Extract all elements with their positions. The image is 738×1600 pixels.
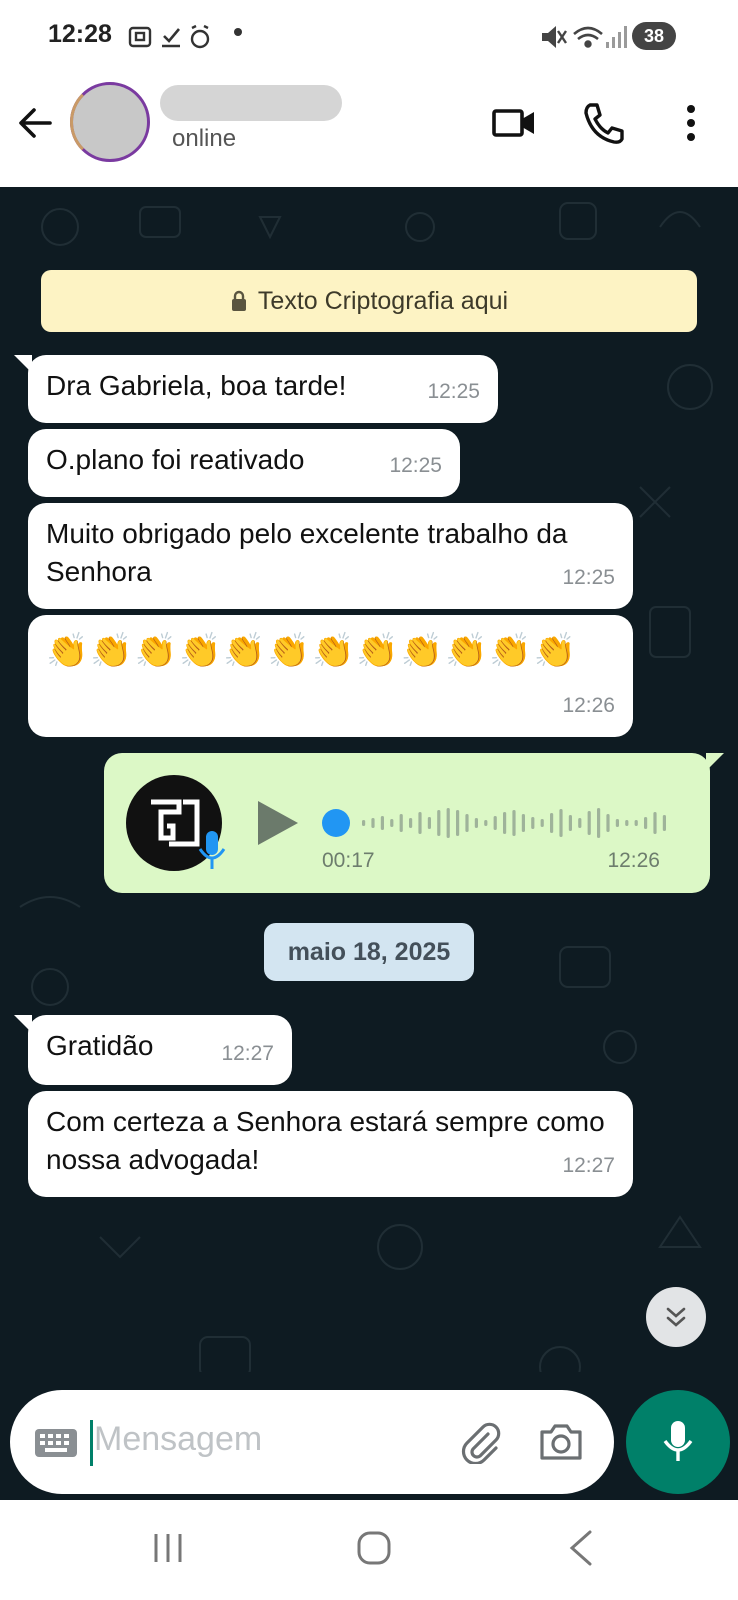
voice-duration: 00:17 [322, 849, 375, 872]
playback-position-handle[interactable] [322, 809, 350, 837]
video-call-icon[interactable] [490, 99, 538, 147]
waveform-bar [634, 820, 638, 826]
waveform-bar [418, 812, 422, 834]
bubble-tail [706, 753, 724, 771]
text-caret [90, 1420, 93, 1466]
bubble-tail [14, 1015, 32, 1033]
waveform-bar [644, 817, 648, 829]
wifi-icon [573, 26, 603, 48]
voice-message-bubble-outgoing[interactable]: 00:17 12:26 [104, 753, 724, 893]
waveform-bar [362, 820, 366, 826]
waveform-bar [399, 814, 403, 832]
message-time: 12:25 [427, 380, 480, 403]
waveform-bar [512, 810, 516, 836]
message-text: Muito obrigado pelo excelente trabalho d… [46, 518, 568, 587]
message-time: 12:27 [562, 1154, 615, 1177]
waveform-bar [540, 819, 544, 827]
encryption-notice-text: Texto Criptografia aqui [257, 286, 509, 315]
waveform-bar [427, 817, 431, 829]
notification-dot [234, 28, 242, 36]
screenshot-icon [128, 26, 152, 48]
message-input-pill[interactable]: Mensagem [10, 1390, 614, 1494]
message-bubble-incoming[interactable]: Com certeza a Senhora estará sempre como… [28, 1091, 633, 1197]
message-bubble-incoming[interactable]: Muito obrigado pelo excelente trabalho d… [28, 503, 633, 609]
status-bar: 12:28 38 [0, 0, 738, 75]
waveform-bar [531, 817, 535, 829]
waveform-bar [568, 815, 572, 831]
double-chevron-down-icon [666, 1307, 686, 1327]
nav-back-icon[interactable] [566, 1528, 596, 1568]
microphone-icon [663, 1421, 693, 1461]
message-text: Com certeza a Senhora estará sempre como… [46, 1106, 605, 1175]
play-icon[interactable] [254, 797, 302, 849]
scroll-to-bottom-button[interactable] [646, 1287, 706, 1347]
message-time: 12:26 [562, 694, 615, 717]
microphone-icon [198, 831, 226, 869]
waveform-bar [559, 809, 563, 837]
waveform-bar [380, 816, 384, 830]
contact-name-redacted[interactable] [160, 85, 342, 121]
waveform-bar [409, 818, 413, 828]
more-options-icon[interactable] [676, 99, 706, 147]
message-bubble-incoming[interactable]: Dra Gabriela, boa tarde! 12:25 [14, 355, 498, 423]
date-separator: maio 18, 2025 [264, 923, 474, 981]
contact-presence: online [172, 125, 237, 152]
waveform-bar [615, 819, 619, 827]
waveform-bar [550, 813, 554, 833]
chat-area[interactable]: Texto Criptografia aqui Dra Gabriela, bo… [0, 187, 738, 1500]
message-time: 12:25 [562, 566, 615, 589]
message-time: 12:25 [389, 454, 442, 477]
attachment-icon[interactable] [458, 1420, 502, 1464]
waveform-bar [456, 810, 460, 836]
message-time: 12:26 [607, 849, 660, 872]
mute-icon [542, 26, 567, 48]
waveform-bar [653, 812, 657, 834]
status-right-icons [542, 26, 627, 48]
system-navigation-bar [0, 1500, 738, 1600]
alarm-icon [190, 24, 210, 49]
waveform-bar [587, 811, 591, 835]
battery-indicator: 38 [632, 22, 676, 50]
bubble-tail [14, 355, 32, 373]
camera-icon[interactable] [538, 1420, 584, 1464]
voice-record-button[interactable] [626, 1390, 730, 1494]
recent-apps-icon[interactable] [150, 1530, 186, 1566]
waveform-bar [437, 810, 441, 836]
waveform-bar [578, 818, 582, 828]
audio-waveform[interactable] [354, 805, 674, 841]
message-time: 12:27 [221, 1042, 274, 1065]
waveform-bar [484, 820, 488, 826]
message-input[interactable]: Mensagem [94, 1420, 262, 1459]
signal-icon [606, 26, 627, 48]
waveform-bar [390, 819, 394, 827]
waveform-bar [465, 814, 469, 832]
waveform-bar [371, 818, 375, 828]
back-arrow-icon[interactable] [14, 101, 58, 145]
waveform-bar [625, 820, 629, 826]
message-bubble-incoming[interactable]: O.plano foi reativado 12:25 [28, 429, 460, 497]
lock-icon [231, 290, 246, 311]
waveform-bar [521, 814, 525, 832]
status-time: 12:28 [48, 20, 112, 48]
contact-avatar[interactable] [70, 82, 150, 162]
waveform-bar [606, 814, 610, 832]
home-icon[interactable] [356, 1530, 392, 1566]
waveform-bar [474, 818, 478, 828]
waveform-bar [446, 808, 450, 838]
check-icon [162, 28, 180, 48]
message-emoji-text: 👏👏👏👏👏👏👏👏👏👏👏👏 [46, 632, 579, 670]
message-bubble-incoming[interactable]: 👏👏👏👏👏👏👏👏👏👏👏👏 12:26 [28, 615, 633, 737]
waveform-bar [503, 812, 507, 834]
status-left-icons [128, 24, 210, 49]
waveform-bar [597, 808, 601, 838]
waveform-bar [493, 816, 497, 830]
keyboard-icon[interactable] [34, 1428, 78, 1458]
message-bubble-incoming[interactable]: Gratidão 12:27 [14, 1015, 292, 1085]
encryption-notice[interactable]: Texto Criptografia aqui [41, 270, 697, 332]
voice-call-icon[interactable] [580, 99, 628, 147]
chat-header: online [0, 75, 738, 187]
waveform-bar [662, 815, 666, 831]
